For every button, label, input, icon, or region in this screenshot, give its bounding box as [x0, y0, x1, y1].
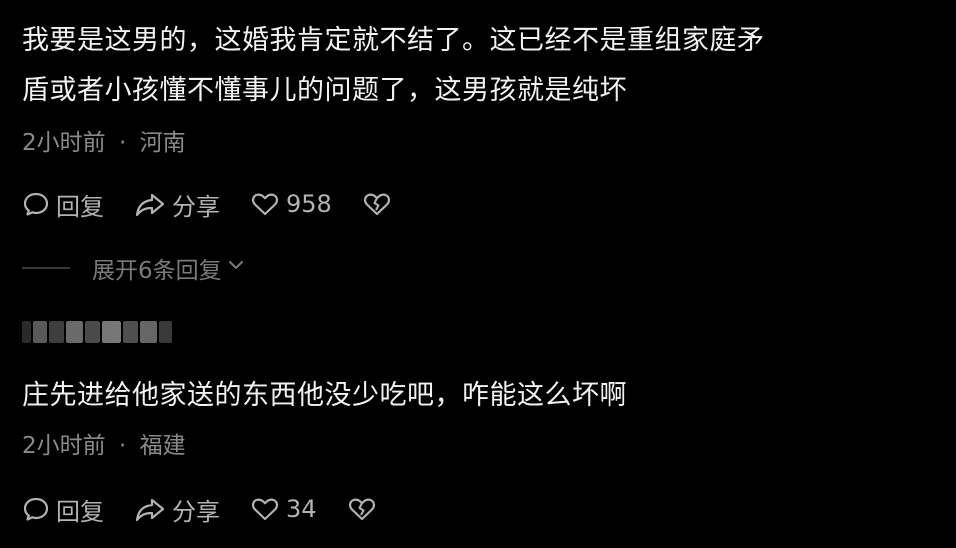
comment-text-line: 我要是这男的，这婚我肯定就不结了。这已经不是重组家庭矛 — [22, 25, 765, 56]
reply-button[interactable]: 回复 — [22, 187, 104, 222]
comment-actions: 回复 分享 958 — [22, 187, 422, 221]
chat-bubble-icon — [22, 495, 50, 523]
comment-actions: 回复 分享 34 — [22, 492, 407, 526]
reply-button[interactable]: 回复 — [22, 492, 104, 527]
comment-text-line: 庄先进给他家送的东西他没少吃吧，咋能这么坏啊 — [22, 380, 627, 411]
dislike-button[interactable] — [362, 190, 392, 218]
reply-label: 回复 — [56, 497, 104, 526]
comment-meta: 2小时前 · 福建 — [22, 431, 186, 461]
share-label: 分享 — [172, 192, 220, 221]
share-button[interactable]: 分享 — [134, 187, 220, 222]
divider-line — [22, 267, 70, 269]
share-label: 分享 — [172, 497, 220, 526]
comment-location: 福建 — [139, 433, 186, 459]
comment-text: 庄先进给他家送的东西他没少吃吧，咋能这么坏啊 — [22, 371, 942, 421]
heart-outline-icon — [250, 190, 280, 218]
blurred-username — [22, 312, 174, 352]
expand-replies[interactable]: 展开6条回复 — [22, 252, 246, 284]
comment-text: 我要是这男的，这婚我肯定就不结了。这已经不是重组家庭矛 盾或者小孩懂不懂事儿的问… — [22, 16, 942, 116]
chevron-down-icon — [226, 255, 246, 281]
like-button[interactable]: 958 — [250, 190, 332, 218]
comment-time: 2小时前 — [22, 433, 106, 459]
chat-bubble-icon — [22, 190, 50, 218]
heart-outline-icon — [250, 495, 280, 523]
like-count: 958 — [286, 190, 332, 218]
reply-label: 回复 — [56, 192, 104, 221]
like-count: 34 — [286, 495, 317, 523]
expand-replies-label: 展开6条回复 — [92, 258, 222, 284]
comment-text-line: 盾或者小孩懂不懂事儿的问题了，这男孩就是纯坏 — [22, 75, 627, 106]
share-arrow-icon — [134, 190, 166, 218]
share-arrow-icon — [134, 495, 166, 523]
like-button[interactable]: 34 — [250, 495, 317, 523]
meta-separator: · — [118, 130, 127, 156]
share-button[interactable]: 分享 — [134, 492, 220, 527]
comment-location: 河南 — [139, 130, 186, 156]
dislike-button[interactable] — [347, 495, 377, 523]
broken-heart-icon — [362, 190, 392, 218]
meta-separator: · — [118, 433, 127, 459]
broken-heart-icon — [347, 495, 377, 523]
comment-time: 2小时前 — [22, 130, 106, 156]
comment-meta: 2小时前 · 河南 — [22, 128, 186, 158]
